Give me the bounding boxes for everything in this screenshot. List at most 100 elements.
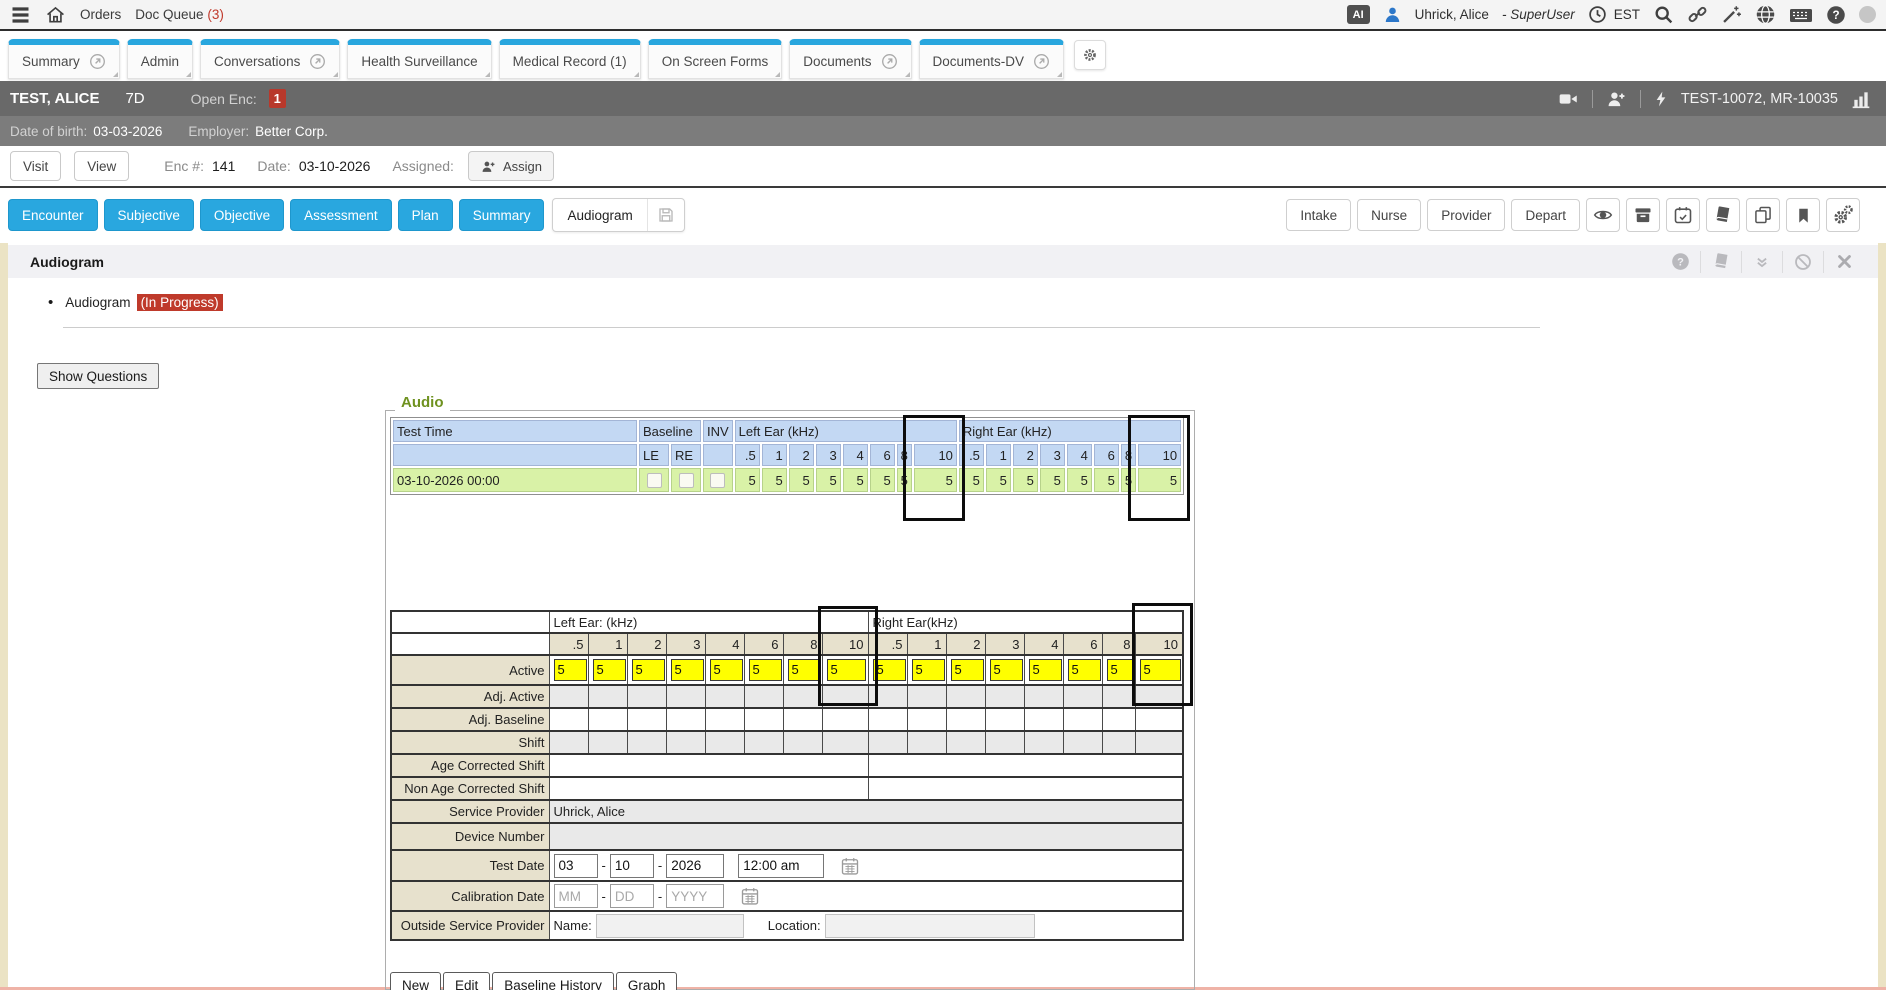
tab-summary[interactable]: Summary bbox=[8, 39, 120, 79]
soap-tab-assessment[interactable]: Assessment bbox=[290, 199, 392, 231]
eye-icon[interactable] bbox=[1586, 198, 1620, 232]
left-threshold-cell[interactable]: 5 bbox=[735, 468, 760, 492]
left-threshold-cell[interactable]: 5 bbox=[843, 468, 868, 492]
active-threshold-input[interactable]: 5 bbox=[632, 659, 666, 681]
book-icon[interactable] bbox=[1706, 198, 1740, 232]
section-help-icon[interactable]: ? bbox=[1660, 251, 1700, 273]
tab-on-screen-forms[interactable]: On Screen Forms bbox=[648, 39, 783, 79]
right-threshold-cell[interactable]: 5 bbox=[986, 468, 1011, 492]
provider-button[interactable]: Provider bbox=[1427, 199, 1505, 231]
active-threshold-input[interactable]: 5 bbox=[912, 659, 946, 681]
show-questions-button[interactable]: Show Questions bbox=[37, 363, 159, 389]
wand-icon[interactable] bbox=[1721, 4, 1742, 25]
new-button[interactable]: New bbox=[390, 972, 441, 990]
lightning-icon[interactable] bbox=[1653, 89, 1669, 109]
soap-tab-subjective[interactable]: Subjective bbox=[104, 199, 194, 231]
assign-button[interactable]: Assign bbox=[468, 151, 554, 181]
left-threshold-cell[interactable]: 5 bbox=[870, 468, 895, 492]
calendar-check-icon[interactable] bbox=[1666, 198, 1700, 232]
active-threshold-input[interactable]: 5 bbox=[554, 659, 588, 681]
edit-button[interactable]: Edit bbox=[443, 972, 490, 990]
active-threshold-input[interactable]: 5 bbox=[749, 659, 783, 681]
save-icon[interactable] bbox=[647, 199, 684, 231]
nav-orders[interactable]: Orders bbox=[80, 7, 121, 22]
left-threshold-cell[interactable]: 5 bbox=[762, 468, 787, 492]
graph-button[interactable]: Graph bbox=[616, 972, 678, 990]
baseline-re-checkbox[interactable] bbox=[679, 473, 694, 488]
section-book-icon[interactable] bbox=[1700, 251, 1741, 273]
copy-icon[interactable] bbox=[1746, 198, 1780, 232]
calibration-year-input[interactable] bbox=[666, 884, 724, 908]
left-threshold-cell[interactable]: 5 bbox=[789, 468, 814, 492]
disable-icon[interactable] bbox=[1782, 251, 1823, 273]
active-threshold-input[interactable]: 5 bbox=[1029, 659, 1063, 681]
popout-icon[interactable] bbox=[89, 53, 106, 70]
tab-health-surveillance[interactable]: Health Surveillance bbox=[347, 39, 491, 79]
soap-tab-objective[interactable]: Objective bbox=[200, 199, 284, 231]
help-icon[interactable]: ? bbox=[1826, 5, 1846, 25]
calendar-icon[interactable] bbox=[840, 856, 860, 876]
active-threshold-input[interactable]: 5 bbox=[593, 659, 627, 681]
test-date-day-input[interactable] bbox=[610, 854, 654, 878]
ai-badge[interactable]: AI bbox=[1347, 5, 1370, 24]
active-threshold-input[interactable]: 5 bbox=[710, 659, 744, 681]
tab-admin[interactable]: Admin bbox=[127, 39, 193, 79]
user-name[interactable]: Uhrick, Alice bbox=[1415, 7, 1489, 22]
archive-icon[interactable] bbox=[1626, 198, 1660, 232]
soap-tab-summary[interactable]: Summary bbox=[459, 199, 545, 231]
calendar-icon[interactable] bbox=[740, 886, 760, 906]
baseline-le-checkbox[interactable] bbox=[647, 473, 662, 488]
test-date-month-input[interactable] bbox=[554, 854, 598, 878]
active-threshold-input[interactable]: 5 bbox=[1068, 659, 1102, 681]
collapse-chevrons-icon[interactable] bbox=[1741, 251, 1782, 273]
tab-conversations[interactable]: Conversations bbox=[200, 39, 340, 79]
open-enc-count-badge[interactable]: 1 bbox=[269, 89, 286, 108]
gears-icon[interactable] bbox=[1826, 198, 1860, 232]
tab-settings-button[interactable] bbox=[1074, 40, 1106, 70]
tab-audiogram-active[interactable]: Audiogram bbox=[552, 198, 684, 232]
nurse-button[interactable]: Nurse bbox=[1357, 199, 1421, 231]
outside-location-input[interactable] bbox=[825, 914, 1035, 938]
popout-icon[interactable] bbox=[881, 53, 898, 70]
right-threshold-cell[interactable]: 5 bbox=[1013, 468, 1038, 492]
soap-tab-plan[interactable]: Plan bbox=[398, 199, 453, 231]
tab-documents-dv[interactable]: Documents-DV bbox=[919, 39, 1065, 79]
test-date-year-input[interactable] bbox=[666, 854, 724, 878]
test-time-cell[interactable]: 03-10-2026 00:00 bbox=[393, 468, 637, 492]
outside-name-input[interactable] bbox=[596, 914, 744, 938]
globe-icon[interactable] bbox=[1755, 4, 1776, 25]
active-threshold-input[interactable]: 5 bbox=[788, 659, 822, 681]
calibration-day-input[interactable] bbox=[610, 884, 654, 908]
form-list-item[interactable]: • Audiogram (In Progress) bbox=[48, 294, 223, 311]
tab-medical-record-1[interactable]: Medical Record (1) bbox=[499, 39, 641, 79]
left-threshold-cell[interactable]: 5 bbox=[816, 468, 841, 492]
bar-chart-icon[interactable] bbox=[1850, 89, 1872, 109]
home-icon[interactable] bbox=[45, 5, 66, 25]
right-threshold-cell[interactable]: 5 bbox=[1067, 468, 1092, 492]
active-threshold-input[interactable]: 5 bbox=[1107, 659, 1136, 681]
popout-icon[interactable] bbox=[1033, 53, 1050, 70]
visit-button[interactable]: Visit bbox=[10, 151, 61, 181]
inv-checkbox[interactable] bbox=[710, 473, 725, 488]
intake-button[interactable]: Intake bbox=[1286, 199, 1351, 231]
active-threshold-input[interactable]: 5 bbox=[990, 659, 1024, 681]
menu-icon[interactable] bbox=[10, 6, 31, 24]
device-number-input[interactable] bbox=[549, 823, 1183, 850]
person-add-icon[interactable] bbox=[1605, 89, 1628, 109]
calibration-month-input[interactable] bbox=[554, 884, 598, 908]
popout-icon[interactable] bbox=[309, 53, 326, 70]
active-threshold-input[interactable]: 5 bbox=[671, 659, 705, 681]
nav-doc-queue[interactable]: Doc Queue (3) bbox=[135, 7, 224, 22]
keyboard-icon[interactable] bbox=[1789, 5, 1813, 25]
bookmark-icon[interactable] bbox=[1786, 198, 1820, 232]
video-call-icon[interactable] bbox=[1556, 89, 1580, 109]
active-threshold-input[interactable]: 5 bbox=[951, 659, 985, 681]
soap-tab-encounter[interactable]: Encounter bbox=[8, 199, 98, 231]
search-icon[interactable] bbox=[1653, 4, 1674, 25]
test-time-input[interactable] bbox=[738, 854, 824, 878]
right-threshold-cell[interactable]: 5 bbox=[1040, 468, 1065, 492]
baseline-history-button[interactable]: Baseline History bbox=[492, 972, 614, 990]
close-icon[interactable] bbox=[1823, 251, 1864, 273]
view-button[interactable]: View bbox=[74, 151, 129, 181]
depart-button[interactable]: Depart bbox=[1511, 199, 1580, 231]
